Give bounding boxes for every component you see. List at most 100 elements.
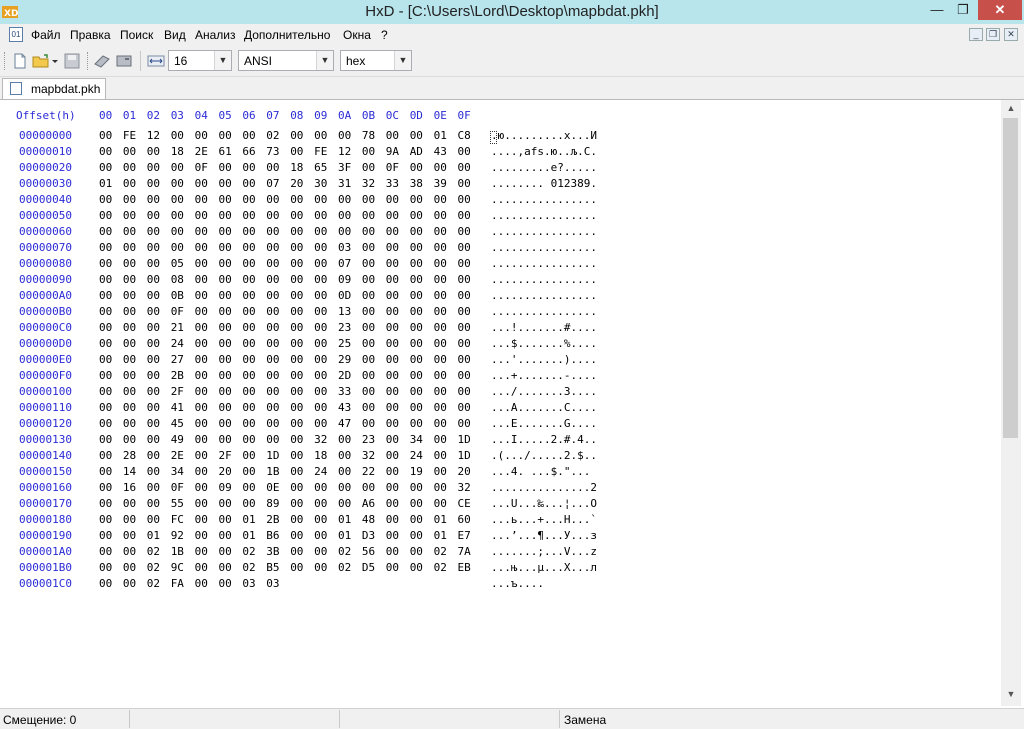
hex-byte[interactable]: 00: [195, 369, 208, 382]
hex-byte[interactable]: 27: [171, 353, 184, 366]
hex-byte[interactable]: 2F: [219, 449, 232, 462]
hex-byte[interactable]: 43: [338, 401, 351, 414]
hex-byte[interactable]: 00: [458, 177, 471, 190]
hex-byte[interactable]: 00: [219, 209, 232, 222]
hex-byte[interactable]: 00: [290, 497, 303, 510]
hex-byte[interactable]: 00: [195, 497, 208, 510]
hex-byte[interactable]: 00: [386, 337, 399, 350]
hex-byte[interactable]: 00: [434, 465, 447, 478]
hex-byte[interactable]: 1B: [266, 465, 279, 478]
toolbar-grip[interactable]: [87, 52, 91, 70]
hex-byte[interactable]: 00: [242, 209, 255, 222]
hex-byte[interactable]: 00: [314, 561, 327, 574]
hex-byte[interactable]: 00: [266, 353, 279, 366]
hex-byte[interactable]: 00: [386, 225, 399, 238]
hex-byte[interactable]: 00: [99, 321, 112, 334]
hex-byte[interactable]: 00: [99, 353, 112, 366]
hex-byte[interactable]: 00: [99, 193, 112, 206]
hex-byte[interactable]: 14: [123, 465, 136, 478]
hex-byte[interactable]: 2D: [338, 369, 351, 382]
hex-byte[interactable]: 00: [219, 289, 232, 302]
hex-byte[interactable]: 00: [458, 385, 471, 398]
hex-byte[interactable]: 32: [362, 177, 375, 190]
hex-byte[interactable]: 00: [123, 209, 136, 222]
hex-byte[interactable]: 00: [362, 337, 375, 350]
hex-byte[interactable]: 00: [195, 433, 208, 446]
hex-byte[interactable]: 00: [195, 561, 208, 574]
hex-byte[interactable]: 00: [458, 417, 471, 430]
hex-byte[interactable]: 00: [410, 209, 423, 222]
hex-byte[interactable]: 00: [123, 225, 136, 238]
hex-byte[interactable]: 30: [314, 177, 327, 190]
vertical-scrollbar[interactable]: ▲ ▼: [1001, 100, 1021, 706]
hex-byte[interactable]: 00: [314, 193, 327, 206]
hex-byte[interactable]: 00: [195, 353, 208, 366]
hex-byte[interactable]: 00: [338, 209, 351, 222]
hex-byte[interactable]: 00: [410, 369, 423, 382]
hex-byte[interactable]: 00: [219, 529, 232, 542]
hex-byte[interactable]: FA: [171, 577, 184, 590]
hex-byte[interactable]: 09: [219, 481, 232, 494]
hex-byte[interactable]: 00: [434, 417, 447, 430]
hex-byte[interactable]: 00: [290, 529, 303, 542]
hex-byte[interactable]: 00: [195, 225, 208, 238]
hex-byte[interactable]: 00: [410, 401, 423, 414]
hex-byte[interactable]: 00: [410, 161, 423, 174]
hex-byte[interactable]: 00: [147, 481, 160, 494]
hex-byte[interactable]: 00: [338, 497, 351, 510]
ascii-text[interactable]: ................: [491, 225, 597, 238]
hex-byte[interactable]: 00: [386, 241, 399, 254]
menu-windows[interactable]: Окна: [343, 28, 371, 42]
hex-byte[interactable]: 00: [99, 561, 112, 574]
open-file-icon[interactable]: [32, 52, 50, 70]
hex-byte[interactable]: 00: [386, 273, 399, 286]
hex-byte[interactable]: 07: [338, 257, 351, 270]
hex-byte[interactable]: 00: [362, 417, 375, 430]
hex-byte[interactable]: 00: [386, 449, 399, 462]
hex-byte[interactable]: 00: [99, 225, 112, 238]
hex-byte[interactable]: 00: [242, 481, 255, 494]
hex-byte[interactable]: 00: [338, 225, 351, 238]
hex-byte[interactable]: 47: [338, 417, 351, 430]
hex-byte[interactable]: 00: [266, 417, 279, 430]
hex-byte[interactable]: 00: [314, 417, 327, 430]
hex-byte[interactable]: 00: [386, 369, 399, 382]
hex-byte[interactable]: 00: [171, 193, 184, 206]
hex-byte[interactable]: 00: [99, 129, 112, 142]
hex-byte[interactable]: 41: [171, 401, 184, 414]
hex-byte[interactable]: 00: [386, 401, 399, 414]
hex-byte[interactable]: 00: [123, 193, 136, 206]
hex-byte[interactable]: 00: [362, 257, 375, 270]
hex-byte[interactable]: 00: [266, 161, 279, 174]
hex-byte[interactable]: 00: [338, 129, 351, 142]
hex-byte[interactable]: 00: [147, 145, 160, 158]
hex-byte[interactable]: 00: [266, 385, 279, 398]
hex-byte[interactable]: 28: [123, 449, 136, 462]
ascii-text[interactable]: ...4. ...$."...: [491, 465, 597, 478]
hex-byte[interactable]: 00: [362, 385, 375, 398]
hex-byte[interactable]: 18: [314, 449, 327, 462]
hex-byte[interactable]: 00: [410, 273, 423, 286]
hex-byte[interactable]: 02: [338, 561, 351, 574]
hex-byte[interactable]: 00: [386, 529, 399, 542]
hex-byte[interactable]: 00: [386, 257, 399, 270]
scroll-thumb[interactable]: [1003, 118, 1018, 438]
hex-byte[interactable]: 34: [171, 465, 184, 478]
document-icon[interactable]: 01: [9, 27, 23, 42]
hex-byte[interactable]: 00: [123, 257, 136, 270]
chevron-down-icon[interactable]: ▼: [316, 51, 333, 70]
hex-byte[interactable]: 00: [290, 481, 303, 494]
ascii-text[interactable]: ...............2: [491, 481, 597, 494]
hex-byte[interactable]: 21: [171, 321, 184, 334]
hex-byte[interactable]: 00: [290, 465, 303, 478]
hex-byte[interactable]: 00: [123, 337, 136, 350]
hex-byte[interactable]: 00: [147, 241, 160, 254]
hex-byte[interactable]: 01: [242, 529, 255, 542]
hex-byte[interactable]: 00: [123, 305, 136, 318]
hex-byte[interactable]: 2B: [171, 369, 184, 382]
hex-byte[interactable]: 00: [458, 337, 471, 350]
hex-byte[interactable]: 00: [195, 401, 208, 414]
hex-byte[interactable]: 00: [99, 481, 112, 494]
hex-byte[interactable]: 00: [410, 337, 423, 350]
hex-byte[interactable]: 00: [386, 433, 399, 446]
